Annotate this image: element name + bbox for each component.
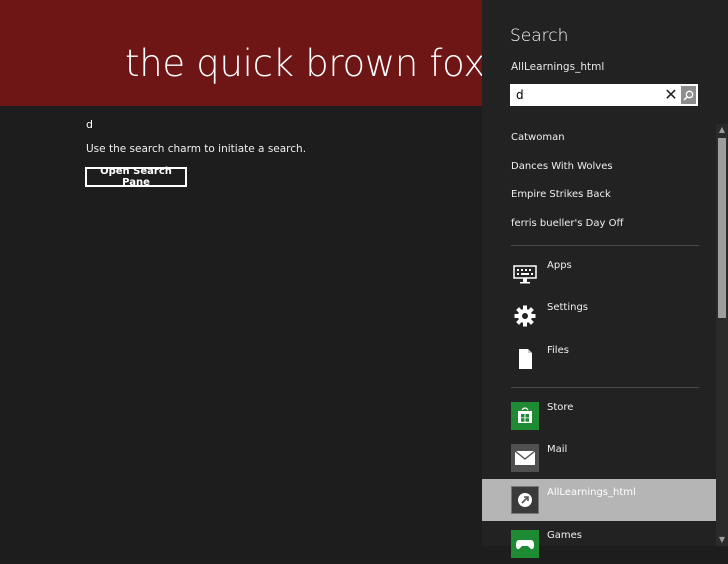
app-header: the quick brown fox (0, 0, 485, 106)
search-input[interactable] (510, 84, 660, 106)
scope-item-store[interactable]: Store (511, 402, 699, 436)
scope-item-files[interactable]: Files (511, 345, 699, 379)
divider (511, 387, 699, 388)
scope-item-label: AllLearnings_html (547, 487, 636, 498)
search-go-button[interactable] (681, 86, 696, 104)
games-icon (511, 530, 539, 558)
close-icon: ✕ (664, 85, 678, 104)
search-box: ✕ (510, 84, 698, 106)
app-icon (511, 486, 539, 514)
search-pane: Search AllLearnings_html ✕ Catwoman Danc… (482, 0, 728, 558)
clear-search-button[interactable]: ✕ (662, 86, 680, 104)
scope-item-label: Settings (547, 302, 589, 313)
suggestion-item[interactable]: Dances With Wolves (511, 161, 613, 172)
scroll-up-icon[interactable]: ▲ (716, 124, 728, 136)
open-search-pane-button[interactable]: Open Search Pane (85, 166, 187, 188)
search-scope-label: AllLearnings_html (511, 61, 605, 73)
scope-item-label: Mail (547, 444, 568, 455)
scrollbar[interactable]: ▲ ▼ (716, 124, 728, 546)
scope-item-apps[interactable]: Apps (511, 260, 699, 294)
scope-item-label: Store (547, 402, 574, 413)
scroll-thumb[interactable] (718, 138, 726, 318)
search-pane-title: Search (510, 26, 569, 46)
file-icon (511, 345, 539, 373)
scope-item-settings[interactable]: Settings (511, 302, 699, 336)
scope-item-label: Files (547, 345, 569, 356)
scope-item-label: Apps (547, 260, 572, 271)
scroll-down-icon[interactable]: ▼ (716, 534, 728, 546)
scope-item-mail[interactable]: Mail (511, 444, 699, 478)
gear-icon (511, 302, 539, 330)
suggestion-item[interactable]: Catwoman (511, 132, 565, 143)
divider (511, 245, 699, 246)
magnifier-icon (683, 90, 694, 101)
query-text: d (86, 118, 93, 131)
scope-item-alllearnings-selected[interactable]: AllLearnings_html (482, 479, 728, 521)
keyboard-icon (511, 260, 539, 288)
suggestion-item[interactable]: Empire Strikes Back (511, 189, 611, 200)
scope-item-label: Games (547, 530, 582, 541)
page-title: the quick brown fox (125, 42, 485, 85)
store-icon (511, 402, 539, 430)
scope-item-games[interactable]: Games (511, 530, 699, 564)
mail-icon (511, 444, 539, 472)
suggestion-item[interactable]: ferris bueller's Day Off (511, 218, 623, 229)
hint-text: Use the search charm to initiate a searc… (86, 143, 307, 155)
